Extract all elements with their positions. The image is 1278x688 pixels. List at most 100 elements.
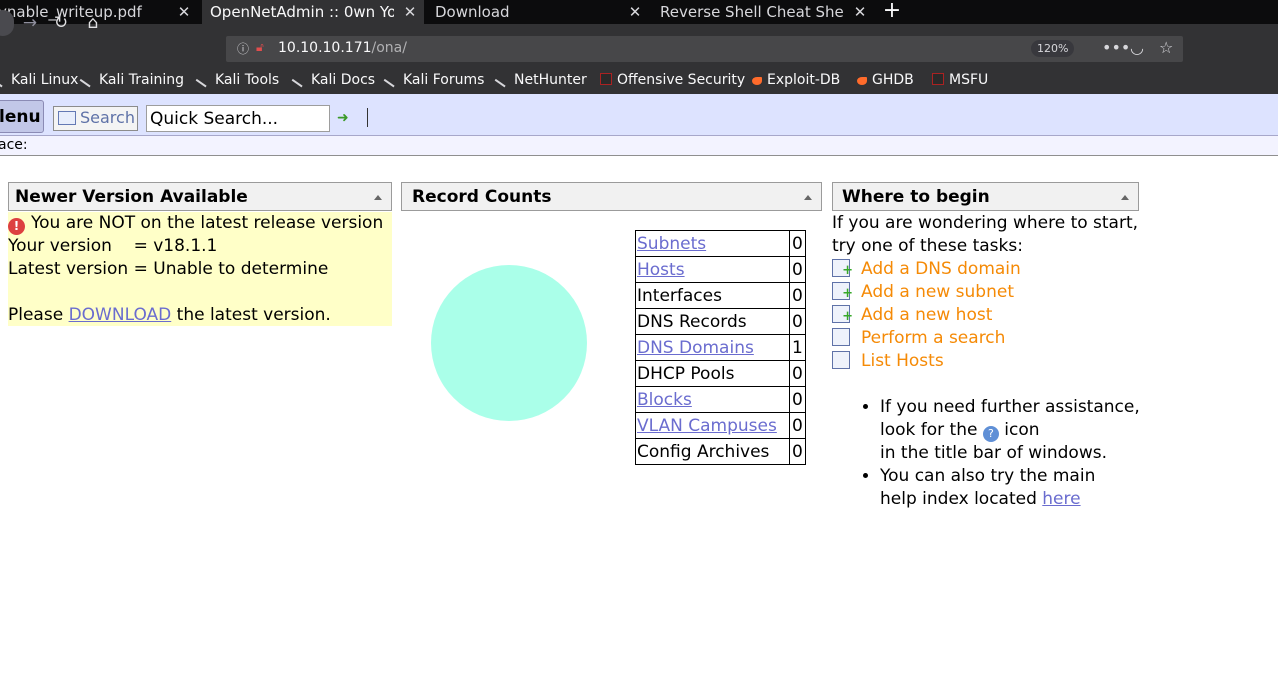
reload-icon[interactable]: ↻ [50, 12, 72, 34]
record-pie-chart [431, 265, 587, 421]
version-box-header[interactable]: Newer Version Available [8, 182, 392, 211]
help-text: in the title bar of windows. [880, 443, 1107, 463]
table-row: Interfaces 0 [635, 282, 806, 309]
record-count-cell: 0 [789, 230, 806, 257]
add-page-icon [832, 305, 853, 328]
record-count-cell: 0 [789, 438, 806, 465]
help-question-icon: ? [982, 426, 999, 442]
task-list-hosts[interactable]: List Hosts [832, 350, 944, 373]
main-menu-button[interactable]: lenu [0, 100, 44, 133]
add-page-icon [832, 282, 853, 305]
bookmark-kali-forums[interactable]: Kali Forums [383, 70, 484, 88]
new-tab-plus-icon[interactable]: + [878, 0, 906, 24]
forward-arrow-icon[interactable]: → [19, 12, 41, 34]
list-icon [832, 351, 850, 369]
bookmark-kali-tools[interactable]: Kali Tools [195, 70, 279, 88]
exploitdb-icon [752, 77, 762, 85]
record-link-blocks[interactable]: Blocks [637, 390, 692, 410]
bookmark-msfu[interactable]: MSFU [932, 72, 988, 88]
tab-opennetadmin[interactable]: OpenNetAdmin :: 0wn Your N ✕ [202, 0, 424, 24]
record-count-cell: 0 [789, 308, 806, 335]
record-link-subnets[interactable]: Subnets [637, 234, 706, 254]
url-text[interactable]: 10.10.10.171/ona/ [278, 39, 407, 57]
collapse-triangle-icon[interactable] [374, 195, 382, 200]
tab-title: Download [435, 3, 510, 21]
close-icon[interactable]: ✕ [402, 0, 418, 24]
bookmark-offensive-security[interactable]: Offensive Security [600, 72, 745, 88]
quick-search-input[interactable] [146, 105, 330, 132]
bookmark-star-icon[interactable]: ☆ [1159, 38, 1173, 57]
table-row: DNS Records 0 [635, 308, 806, 335]
record-name-cell: Config Archives [635, 438, 790, 465]
bookmark-ghdb[interactable]: GHDB [857, 72, 914, 88]
pocket-icon[interactable]: ◡ [1130, 38, 1144, 57]
help-item-index: You can also try the main help index loc… [880, 465, 1140, 511]
record-count-cell: 1 [789, 334, 806, 361]
bookmark-kali-docs[interactable]: Kali Docs [291, 70, 375, 88]
task-perform-search[interactable]: Perform a search [832, 327, 1005, 350]
url-path: /ona/ [371, 40, 407, 56]
bookmark-label: Kali Training [99, 72, 184, 88]
record-count-cell: 0 [789, 412, 806, 439]
record-link-vlan-campuses[interactable]: VLAN Campuses [637, 416, 777, 436]
intro-line-1: If you are wondering where to start, [832, 213, 1139, 233]
version-box-title: Newer Version Available [15, 187, 248, 207]
where-to-begin-title: Where to begin [842, 187, 990, 207]
task-add-dns-domain[interactable]: Add a DNS domain [832, 258, 1021, 282]
help-item-assistance: If you need further assistance, look for… [880, 396, 1140, 465]
exploitdb-icon [857, 77, 867, 85]
info-icon[interactable]: ⓘ [237, 40, 249, 57]
table-row: DHCP Pools 0 [635, 360, 806, 387]
tab-title: OpenNetAdmin :: 0wn Your N [210, 3, 394, 21]
workspace-bar: ace: [0, 136, 1278, 156]
tab-reverse-shell[interactable]: Reverse Shell Cheat Sheet | p ✕ [652, 0, 874, 24]
record-name-cell: Interfaces [635, 282, 790, 309]
search-button[interactable]: Search [53, 106, 138, 131]
task-add-subnet[interactable]: Add a new subnet [832, 281, 1014, 305]
table-row: Subnets 0 [635, 230, 806, 257]
where-to-begin-header[interactable]: Where to begin [832, 182, 1139, 211]
help-text: icon [1004, 420, 1040, 440]
bookmark-label: Exploit-DB [767, 72, 841, 88]
download-link[interactable]: DOWNLOAD [69, 305, 172, 325]
collapse-triangle-icon[interactable] [1121, 195, 1129, 200]
table-row: VLAN Campuses 0 [635, 412, 806, 439]
bookmark-kali-training[interactable]: Kali Training [79, 70, 184, 88]
collapse-triangle-icon[interactable] [804, 195, 812, 200]
bookmark-nethunter[interactable]: NetHunter [494, 70, 587, 88]
record-counts-title: Record Counts [412, 187, 552, 207]
help-index-link[interactable]: here [1042, 489, 1080, 509]
record-link-hosts[interactable]: Hosts [637, 260, 685, 280]
close-icon[interactable]: ✕ [176, 0, 192, 24]
close-icon[interactable]: ✕ [852, 0, 868, 24]
record-counts-header[interactable]: Record Counts [401, 182, 822, 211]
table-row: Blocks 0 [635, 386, 806, 413]
record-label-interfaces: Interfaces [637, 285, 722, 306]
help-text: You can also try the main [880, 466, 1096, 486]
table-row: Hosts 0 [635, 256, 806, 283]
zoom-level-badge[interactable]: 120% [1031, 40, 1075, 57]
bookmark-label: GHDB [872, 72, 914, 88]
tab-bar: vnable_writeup.pdf ✕ OpenNetAdmin :: 0wn… [0, 0, 1278, 24]
go-arrow-icon[interactable]: ➜ [337, 110, 349, 126]
bookmark-exploit-db[interactable]: Exploit-DB [752, 72, 840, 88]
your-version: Your version = v18.1.1 [8, 236, 218, 256]
task-label: List Hosts [861, 351, 944, 371]
tab-download[interactable]: Download ✕ [427, 0, 649, 24]
insecure-lock-icon[interactable]: 🔓︎ [256, 40, 264, 55]
bookmark-label: Kali Linux [11, 72, 79, 88]
more-actions-icon[interactable]: ••• [1102, 38, 1130, 57]
help-list: If you need further assistance, look for… [860, 396, 1140, 511]
record-name-cell: Blocks [635, 386, 790, 413]
record-link-dns-domains[interactable]: DNS Domains [637, 338, 754, 358]
close-icon[interactable]: ✕ [627, 0, 643, 24]
workspace-label: ace: [0, 137, 28, 153]
record-label-config-archives: Config Archives [637, 441, 770, 462]
bookmark-kali-linux[interactable]: Kali Linux [0, 70, 79, 88]
warning-text: You are NOT on the latest release versio… [31, 213, 384, 233]
record-name-cell: Subnets [635, 230, 790, 257]
tab-title: Reverse Shell Cheat Sheet | p [660, 3, 844, 21]
task-add-host[interactable]: Add a new host [832, 304, 992, 328]
task-label: Perform a search [861, 328, 1006, 348]
home-icon[interactable]: ⌂ [82, 12, 104, 34]
